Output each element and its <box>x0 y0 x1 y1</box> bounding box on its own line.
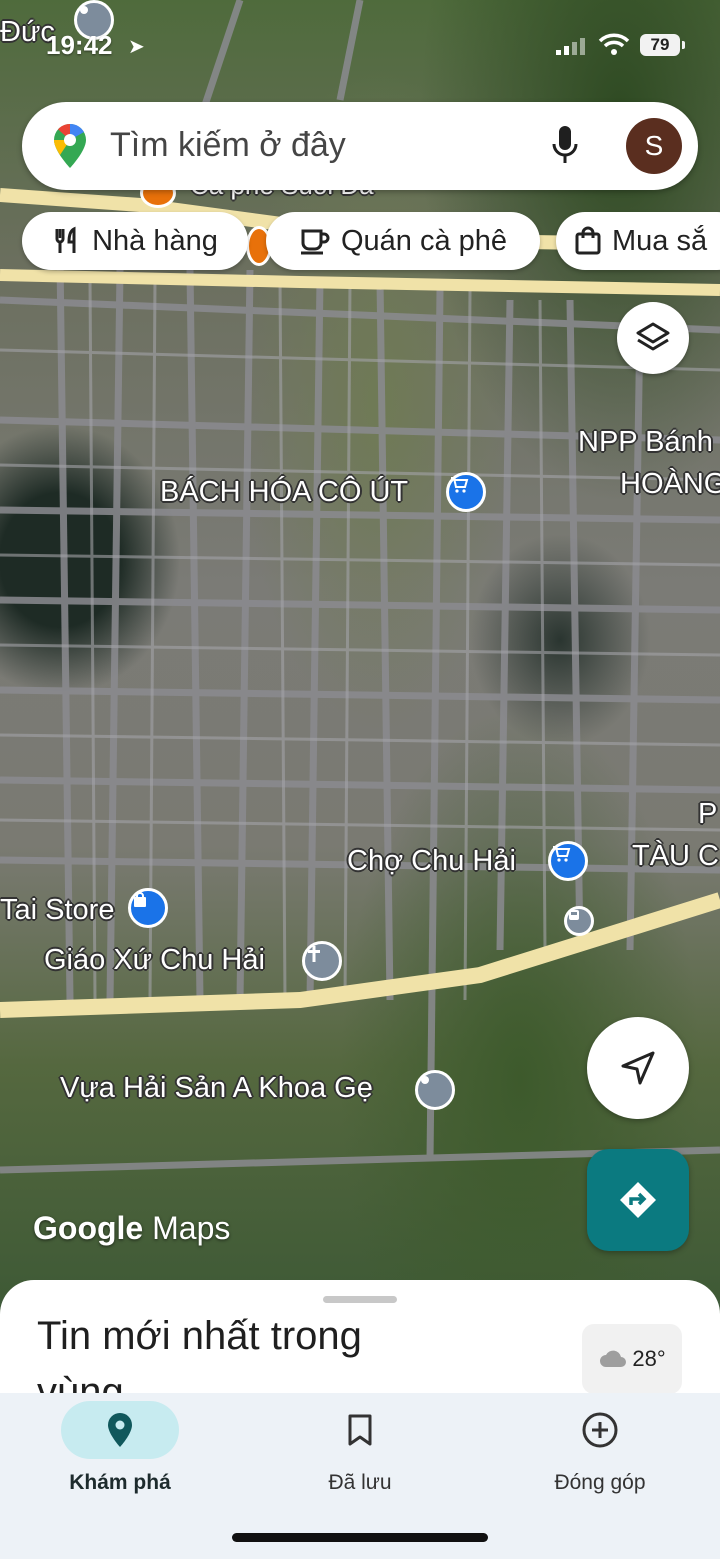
chip-label: Mua sắ <box>612 224 708 257</box>
directions-icon <box>620 1182 656 1218</box>
navigation-arrow-icon <box>621 1051 655 1085</box>
sheet-drag-handle[interactable] <box>323 1296 397 1303</box>
search-input[interactable]: Tìm kiếm ở đây <box>110 126 346 165</box>
nav-label: Đóng góp <box>554 1471 646 1494</box>
map-label-tai-store[interactable]: Tai Store <box>0 894 114 927</box>
weather-chip[interactable]: 28° <box>582 1324 682 1394</box>
avatar[interactable]: S <box>626 118 682 174</box>
status-time: 19:42 <box>46 30 113 60</box>
location-arrow-icon: ➤ <box>128 36 145 58</box>
bus-stop-icon[interactable] <box>564 906 594 936</box>
weather-temperature: 28° <box>632 1346 666 1371</box>
chip-restaurants[interactable]: Nhà hàng <box>22 212 248 270</box>
map-pin-icon[interactable] <box>415 1070 455 1110</box>
map-label-pt-2: TÀU C <box>632 840 719 872</box>
status-bar: 19:42 ➤ 79 <box>0 0 720 92</box>
cellular-signal-icon <box>556 38 585 55</box>
map-label-npp-2: HOÀNG <box>620 468 720 500</box>
location-pin-icon <box>108 1413 132 1447</box>
cloud-icon <box>600 1350 627 1367</box>
search-bar[interactable]: Tìm kiếm ở đây S <box>22 102 698 190</box>
fork-knife-icon <box>55 226 76 253</box>
bookmark-icon <box>348 1414 372 1446</box>
map-label-npp-1: NPP Bánh <box>578 426 713 458</box>
battery-level: 79 <box>640 34 680 56</box>
map-label-vua-hai-san[interactable]: Vựa Hải Sản A Khoa Gẹ <box>60 1072 373 1105</box>
shopping-cart-icon[interactable] <box>548 841 588 881</box>
chip-shopping[interactable]: Mua sắ <box>556 212 720 270</box>
add-circle-icon <box>582 1412 618 1448</box>
chip-label: Quán cà phê <box>340 224 508 257</box>
watermark-brand: Google <box>33 1210 144 1246</box>
church-cross-icon[interactable] <box>302 941 342 981</box>
map-label-cho[interactable]: Chợ Chu Hải <box>347 845 516 878</box>
google-maps-watermark: Google Maps <box>33 1210 230 1247</box>
bottom-sheet[interactable]: Tin mới nhất trong vùng 28° <box>0 1280 720 1400</box>
microphone-icon[interactable] <box>550 124 580 168</box>
nav-label: Đã lưu <box>328 1471 392 1494</box>
shopping-bag-icon[interactable] <box>128 888 168 928</box>
chip-label: Nhà hàng <box>92 224 218 257</box>
chip-coffee[interactable]: Quán cà phê <box>266 212 540 270</box>
google-maps-pin-icon <box>54 123 86 168</box>
my-location-button[interactable] <box>587 1017 689 1119</box>
nav-label: Khám phá <box>69 1471 171 1494</box>
map-label-pt-1: P <box>698 798 718 830</box>
directions-button[interactable] <box>587 1149 689 1251</box>
coffee-cup-icon <box>300 229 330 255</box>
wifi-icon <box>598 33 630 55</box>
watermark-product: Maps <box>152 1210 231 1246</box>
sheet-title: Tin mới nhất trong vùng <box>37 1314 362 1400</box>
shopping-bag-icon <box>575 226 601 255</box>
shopping-cart-icon[interactable] <box>446 472 486 512</box>
map-label-giao-xu[interactable]: Giáo Xứ Chu Hải <box>44 944 265 977</box>
layers-icon <box>636 322 670 351</box>
battery-icon <box>682 41 685 49</box>
map-label-bach-hoa[interactable]: BÁCH HÓA CÔ ÚT <box>160 476 408 509</box>
home-indicator[interactable] <box>232 1533 488 1542</box>
layers-button[interactable] <box>617 302 689 374</box>
